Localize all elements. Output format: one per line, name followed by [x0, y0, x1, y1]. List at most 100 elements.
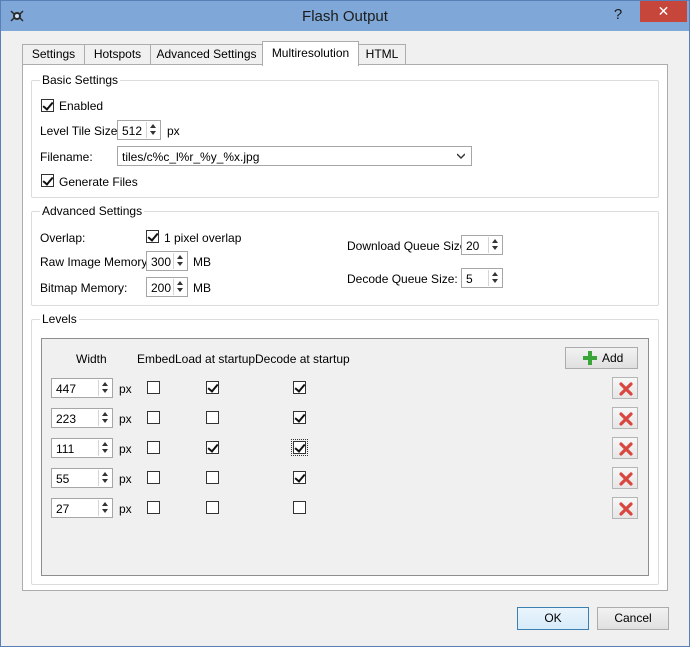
level-width-unit: px — [119, 382, 132, 396]
level-width-spinbox[interactable]: 27 — [51, 498, 113, 518]
enabled-checkbox[interactable] — [41, 99, 54, 112]
level-load-checkbox[interactable] — [206, 441, 219, 454]
delete-level-button[interactable] — [612, 497, 638, 519]
level-decode-checkbox[interactable] — [293, 471, 306, 484]
levels-list — [41, 338, 649, 576]
delete-icon — [619, 472, 633, 486]
spin-arrows-icon[interactable] — [488, 237, 501, 253]
spin-arrows-icon[interactable] — [488, 270, 501, 286]
decode-queue-label: Decode Queue Size: — [347, 272, 458, 286]
tab-html[interactable]: HTML — [358, 44, 406, 65]
delete-icon — [619, 382, 633, 396]
window-title: Flash Output — [302, 8, 388, 25]
header-load-at-startup: Load at startup — [175, 352, 256, 366]
delete-level-button[interactable] — [612, 407, 638, 429]
level-load-checkbox[interactable] — [206, 411, 219, 424]
level-width-value: 111 — [56, 442, 75, 456]
header-embed: Embed — [137, 352, 176, 366]
spin-arrows-icon[interactable] — [98, 380, 111, 396]
chevron-down-icon[interactable] — [457, 152, 465, 160]
delete-icon — [619, 412, 633, 426]
delete-level-button[interactable] — [612, 467, 638, 489]
delete-icon — [619, 442, 633, 456]
titlebar: Flash Output ? ✕ — [1, 1, 689, 31]
level-load-checkbox[interactable] — [206, 471, 219, 484]
tab-multiresolution[interactable]: Multiresolution — [262, 41, 359, 66]
download-queue-spinbox[interactable]: 20 — [461, 235, 503, 255]
ok-button[interactable]: OK — [517, 607, 589, 630]
plus-icon — [583, 351, 597, 365]
level-embed-checkbox[interactable] — [147, 471, 160, 484]
overlap-checkbox[interactable] — [146, 230, 159, 243]
raw-image-memory-spinbox[interactable]: 300 — [146, 251, 188, 271]
overlap-checkbox-label: 1 pixel overlap — [164, 231, 242, 245]
flash-output-dialog: Flash Output ? ✕ Settings Hotspots Advan… — [0, 0, 690, 647]
delete-icon — [619, 502, 633, 516]
bitmap-memory-value: 200 — [151, 281, 172, 295]
bitmap-memory-label: Bitmap Memory: — [40, 281, 128, 295]
level-width-spinbox[interactable]: 55 — [51, 468, 113, 488]
tab-advanced-settings[interactable]: Advanced Settings — [150, 44, 263, 65]
tile-size-unit: px — [167, 124, 180, 138]
level-width-unit: px — [119, 472, 132, 486]
level-load-checkbox[interactable] — [206, 381, 219, 394]
level-decode-checkbox[interactable] — [291, 439, 308, 456]
tile-size-spinbox[interactable]: 512 — [117, 120, 161, 140]
level-width-value: 55 — [56, 472, 70, 486]
decode-queue-value: 5 — [466, 272, 473, 286]
tab-hotspots[interactable]: Hotspots — [84, 44, 151, 65]
raw-image-memory-unit: MB — [193, 255, 211, 269]
delete-level-button[interactable] — [612, 437, 638, 459]
level-embed-checkbox[interactable] — [147, 411, 160, 424]
level-load-checkbox[interactable] — [206, 501, 219, 514]
spin-arrows-icon[interactable] — [146, 122, 159, 138]
tile-size-value: 512 — [122, 124, 143, 138]
level-embed-checkbox[interactable] — [147, 381, 160, 394]
basic-settings-title: Basic Settings — [40, 73, 121, 87]
filename-label: Filename: — [40, 150, 93, 164]
level-width-spinbox[interactable]: 111 — [51, 438, 113, 458]
level-width-unit: px — [119, 412, 132, 426]
spin-arrows-icon[interactable] — [98, 410, 111, 426]
level-width-spinbox[interactable]: 447 — [51, 378, 113, 398]
add-level-label: Add — [602, 351, 624, 365]
filename-combobox[interactable]: tiles/c%c_l%r_%y_%x.jpg — [117, 146, 472, 166]
level-decode-checkbox[interactable] — [293, 411, 306, 424]
generate-files-checkbox[interactable] — [41, 174, 54, 187]
raw-image-memory-value: 300 — [151, 255, 172, 269]
level-width-value: 27 — [56, 502, 70, 516]
spin-arrows-icon[interactable] — [98, 470, 111, 486]
bitmap-memory-spinbox[interactable]: 200 — [146, 277, 188, 297]
level-width-value: 447 — [56, 382, 77, 396]
spin-arrows-icon[interactable] — [173, 279, 186, 295]
spin-arrows-icon[interactable] — [98, 440, 111, 456]
close-button[interactable]: ✕ — [640, 1, 687, 22]
overlap-label: Overlap: — [40, 231, 86, 245]
decode-queue-spinbox[interactable]: 5 — [461, 268, 503, 288]
level-width-value: 223 — [56, 412, 77, 426]
level-embed-checkbox[interactable] — [147, 501, 160, 514]
delete-level-button[interactable] — [612, 377, 638, 399]
spin-arrows-icon[interactable] — [173, 253, 186, 269]
download-queue-label: Download Queue Size: — [347, 239, 470, 253]
advanced-settings-title: Advanced Settings — [40, 204, 145, 218]
level-width-unit: px — [119, 442, 132, 456]
level-width-spinbox[interactable]: 223 — [51, 408, 113, 428]
cancel-button[interactable]: Cancel — [597, 607, 669, 630]
level-embed-checkbox[interactable] — [147, 441, 160, 454]
levels-title: Levels — [40, 312, 79, 326]
add-level-button[interactable]: Add — [565, 347, 638, 369]
generate-files-label: Generate Files — [59, 175, 138, 189]
spin-arrows-icon[interactable] — [98, 500, 111, 516]
level-decode-checkbox[interactable] — [293, 381, 306, 394]
level-width-unit: px — [119, 502, 132, 516]
level-decode-checkbox[interactable] — [293, 501, 306, 514]
enabled-label: Enabled — [59, 99, 104, 113]
header-width: Width — [76, 352, 107, 366]
tile-size-label: Level Tile Size: — [40, 124, 121, 138]
raw-image-memory-label: Raw Image Memory: — [40, 255, 151, 269]
tab-settings[interactable]: Settings — [22, 44, 85, 65]
filename-value: tiles/c%c_l%r_%y_%x.jpg — [122, 150, 260, 164]
help-button[interactable]: ? — [605, 5, 631, 25]
download-queue-value: 20 — [466, 239, 480, 253]
